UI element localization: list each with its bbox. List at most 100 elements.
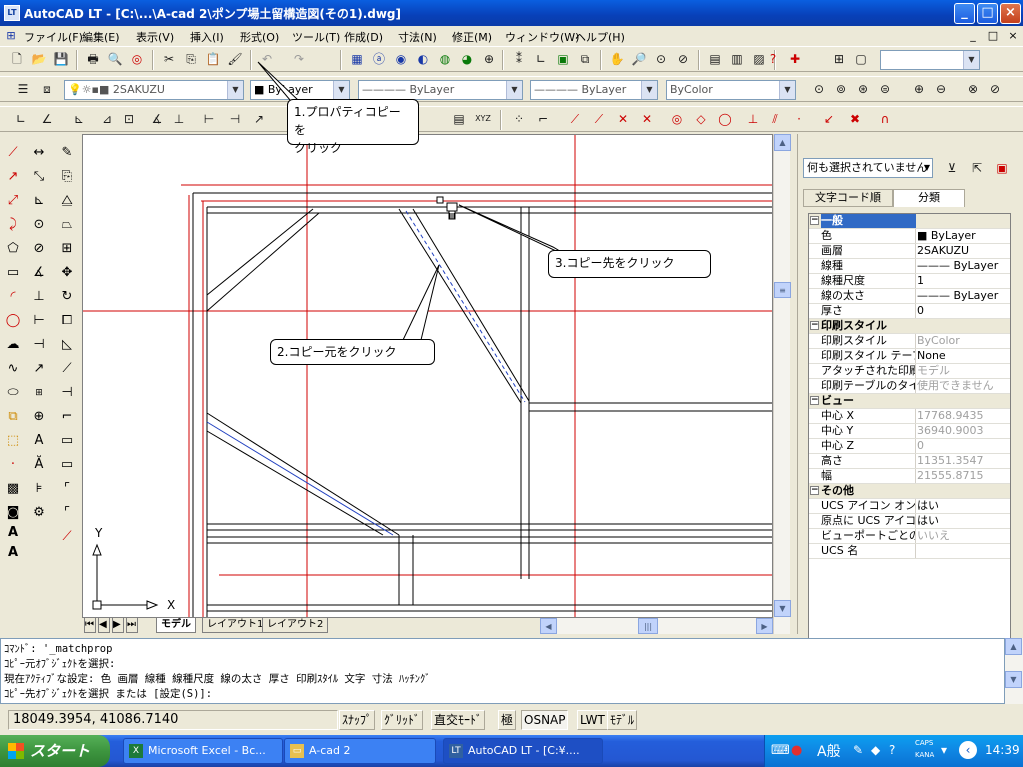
property-row[interactable]: 線種 ——— ByLayer [809, 259, 1010, 274]
meet-now-icon[interactable]: ◐ [414, 50, 432, 68]
ortho-toggle[interactable]: 直交ﾓｰﾄﾞ [431, 710, 486, 730]
property-category[interactable]: − その他 [809, 484, 1010, 499]
property-value[interactable]: 0 [917, 304, 1010, 318]
snap-perpendicular-icon[interactable]: ⊥ [744, 110, 762, 128]
ray-icon[interactable]: ↗ [2, 166, 24, 188]
line-icon[interactable]: ⟋ [2, 142, 24, 164]
join-icon[interactable]: ▭ [56, 430, 78, 452]
hyperlink-icon[interactable]: ◕ [458, 50, 476, 68]
v-dim-ordinate-icon[interactable]: ⊾ [28, 190, 50, 212]
zoom-scale-icon[interactable]: ⊛ [854, 80, 872, 98]
v-leader-icon[interactable]: ↗ [28, 358, 50, 380]
menu-insert[interactable]: 挿入(I) [190, 29, 224, 45]
property-value[interactable]: ——— ByLayer [917, 289, 1010, 303]
coordinate-display[interactable]: 18049.3954, 41086.7140 [8, 710, 338, 730]
property-category[interactable]: − ビュー [809, 394, 1010, 409]
quick-select-icon[interactable]: ▣ [993, 159, 1011, 177]
property-value[interactable]: 使用できません [917, 379, 1010, 393]
dim-ordinate-icon[interactable]: ⊾ [70, 110, 88, 128]
cut-icon[interactable]: ✂ [160, 50, 178, 68]
v-dim-edit-icon[interactable]: A [28, 430, 50, 452]
collapse-icon[interactable]: − [810, 486, 819, 495]
menu-window[interactable]: ウィンドウ(W) [505, 29, 579, 45]
zoom-window-icon-2[interactable]: ⊙ [810, 80, 828, 98]
horizontal-scrollbar[interactable]: ◀ ||| ▶ [540, 618, 773, 634]
trim-icon[interactable]: ⟋ [56, 358, 78, 380]
quick-tutorial-icon[interactable]: ✚ [786, 50, 804, 68]
dim-baseline-icon[interactable]: ⊢ [200, 110, 218, 128]
osnap-settings-icon-2[interactable]: ∩ [876, 110, 894, 128]
zoom-previous-icon[interactable]: ⊘ [674, 50, 692, 68]
v-dim-linear-icon[interactable]: ↔ [28, 142, 50, 164]
property-row[interactable]: 中心 Y 36940.9003 [809, 424, 1010, 439]
explode-2-icon[interactable]: ⟋ [56, 526, 78, 548]
collapse-icon[interactable]: − [810, 216, 819, 225]
hscroll-thumb[interactable]: ||| [638, 618, 658, 634]
arc-icon[interactable]: ◜ [2, 286, 24, 308]
new-icon[interactable]: 🗋 [8, 50, 26, 68]
tab-alphabetic[interactable]: 文字コード順 [803, 189, 893, 207]
print-preview-icon[interactable]: 🔍 [106, 50, 124, 68]
ime-options-icon[interactable]: ▾ [941, 743, 947, 757]
property-row[interactable]: 画層 2SAKUZU [809, 244, 1010, 259]
snap-intersection-icon[interactable]: ✕ [614, 110, 632, 128]
hatch-icon[interactable]: ▩ [2, 478, 24, 500]
v-tolerance-icon[interactable]: ⊞ [28, 382, 50, 404]
array-icon[interactable]: ⊞ [56, 238, 78, 260]
tab-first-icon[interactable]: ⏮ [84, 618, 96, 633]
zoom-window-icon[interactable]: ⊙ [652, 50, 670, 68]
text-icon[interactable]: A [2, 542, 24, 564]
move-icon[interactable]: ✥ [56, 262, 78, 284]
collapse-icon[interactable]: − [810, 321, 819, 330]
designcenter-icon[interactable]: ▦ [348, 50, 366, 68]
rotate-icon[interactable]: ↻ [56, 286, 78, 308]
tab-next-icon[interactable]: ▶ [112, 618, 124, 633]
snap-endpoint-icon[interactable]: ⟋ [566, 110, 584, 128]
property-category[interactable]: − 一般 [809, 214, 1010, 229]
vertical-scrollbar[interactable]: ▲ ≡ ▼ [773, 134, 791, 634]
property-row[interactable]: アタッチされた印刷テーブルモデル [809, 364, 1010, 379]
spline-icon[interactable]: ∿ [2, 358, 24, 380]
command-scrollbar[interactable]: ▲ ▼ [1005, 638, 1023, 704]
zoom-in-icon[interactable]: ⊕ [910, 80, 928, 98]
property-value[interactable]: はい [917, 514, 1010, 528]
autodesk-icon[interactable]: ⓐ [370, 50, 388, 68]
grid-toggle[interactable]: ｸﾞﾘｯﾄﾞ [381, 710, 424, 730]
chamfer-icon[interactable]: ▭ [56, 454, 78, 476]
snap-midpoint-icon[interactable]: ⟋ [590, 110, 608, 128]
ime-ball-icon[interactable]: ● [791, 743, 802, 758]
properties-icon[interactable]: ▤ [706, 50, 724, 68]
dim-style-icon[interactable]: ▤ [450, 110, 468, 128]
doc-restore-button[interactable]: □ [985, 28, 1001, 44]
v-dim-text-edit-icon[interactable]: Ă [28, 454, 50, 476]
polygon-icon[interactable]: ⬠ [2, 238, 24, 260]
v-center-mark-icon[interactable]: ⊕ [28, 406, 50, 428]
start-button[interactable]: スタート [0, 735, 110, 767]
property-value[interactable]: 36940.9003 [917, 424, 1010, 438]
ellipse-icon[interactable]: ⬭ [2, 382, 24, 404]
collapse-icon[interactable]: − [810, 396, 819, 405]
property-row[interactable]: 厚さ 0 [809, 304, 1010, 319]
copy-object-icon[interactable]: ⎘ [56, 166, 78, 188]
mirror-icon[interactable]: ⧋ [56, 190, 78, 212]
scroll-right-icon[interactable]: ▶ [756, 618, 773, 634]
task-excel[interactable]: X Microsoft Excel - Bc... [123, 738, 283, 764]
named-views-icon[interactable]: ▣ [554, 50, 572, 68]
lineweight-combo[interactable]: ———— ByLayer ▼ [530, 80, 658, 100]
property-row[interactable]: 印刷スタイル ByColor [809, 334, 1010, 349]
snap-none-icon[interactable]: ✖ [846, 110, 864, 128]
insert-block-icon[interactable]: ⧉ [2, 406, 24, 428]
publish-web-icon[interactable]: ◍ [436, 50, 454, 68]
linetype-combo[interactable]: ———— ByLayer ▼ [358, 80, 523, 100]
property-value[interactable]: 17768.9435 [917, 409, 1010, 423]
layer-combo[interactable]: 💡☼▪■ 2SAKUZU ▼ [64, 80, 244, 100]
menu-draw[interactable]: 作成(D) [344, 29, 383, 45]
menu-modify[interactable]: 修正(M) [452, 29, 492, 45]
point-icon[interactable]: · [2, 454, 24, 476]
v-dim-baseline-icon[interactable]: ⊢ [28, 310, 50, 332]
property-row[interactable]: UCS アイコン オン はい [809, 499, 1010, 514]
snap-node-icon[interactable]: · [790, 110, 808, 128]
fillet-icon[interactable]: ⌜ [56, 478, 78, 500]
snap-from-icon[interactable]: ⌐ [534, 110, 552, 128]
v-dim-style-icon[interactable]: ⚙ [28, 502, 50, 524]
